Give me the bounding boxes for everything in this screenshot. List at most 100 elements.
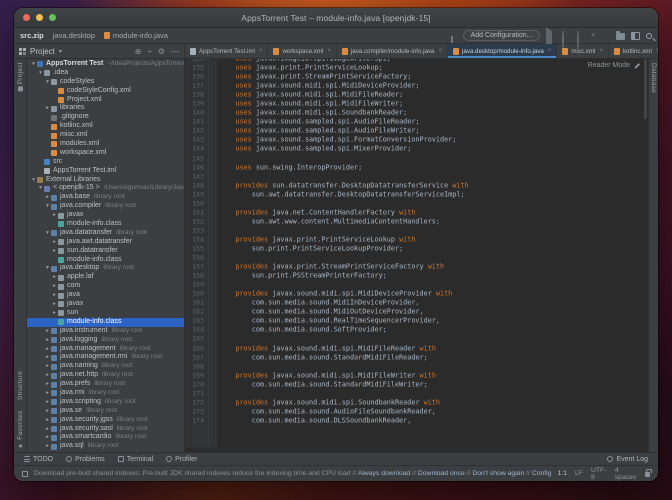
tree-item[interactable]: ▸java.logginglibrary root — [27, 336, 184, 345]
tree-item[interactable]: ▸java.net.httplibrary root — [27, 371, 184, 380]
tree-item[interactable]: ▸java.selibrary root — [27, 407, 184, 416]
tree-item[interactable]: ▸sun.datatransfer — [27, 247, 184, 256]
tool-tab-structure[interactable]: Structure — [17, 371, 24, 400]
expand-arrow-icon[interactable]: ▸ — [44, 104, 51, 113]
tree-item[interactable]: ▾java.compilerlibrary root — [27, 202, 184, 211]
expand-arrow-icon[interactable]: ▾ — [44, 229, 51, 238]
tree-item[interactable]: ▸java.management.rmilibrary root — [27, 353, 184, 362]
settings-gear-icon[interactable]: ⚙ — [158, 47, 165, 56]
expand-arrow-icon[interactable]: ▸ — [44, 371, 51, 380]
expand-arrow-icon[interactable]: ▸ — [51, 282, 58, 291]
tree-item[interactable]: .gitignore — [27, 113, 184, 122]
status-link[interactable]: Download once — [418, 470, 465, 477]
tree-item[interactable]: ▸java.managementlibrary root — [27, 345, 184, 354]
close-tab-icon[interactable]: × — [438, 48, 442, 54]
tree-item[interactable]: ▸java.security.sasllibrary root — [27, 425, 184, 434]
tree-item[interactable]: ▸java.instrumentlibrary root — [27, 327, 184, 336]
search-everywhere-icon[interactable] — [646, 33, 652, 39]
editor-tab[interactable]: misc.xml× — [557, 44, 609, 58]
locate-file-icon[interactable]: ⊕ — [135, 47, 142, 56]
project-panel-header[interactable]: Project ▾ ⊕ ÷ ⚙ — — [14, 44, 185, 58]
tree-item[interactable]: ▸sun — [27, 309, 184, 318]
expand-arrow-icon[interactable]: ▸ — [44, 336, 51, 345]
close-tab-icon[interactable]: × — [656, 48, 658, 54]
editor-tab[interactable]: AppsTorrent Test.iml× — [185, 44, 268, 58]
expand-arrow-icon[interactable]: ▸ — [51, 211, 58, 220]
code-content[interactable]: uses javax.imageio.spi.ImageWriterSpi; u… — [217, 59, 648, 448]
expand-arrow-icon[interactable]: ▾ — [44, 78, 51, 87]
tool-tab-project[interactable]: Project — [17, 62, 24, 91]
expand-arrow-icon[interactable]: ▸ — [51, 291, 58, 300]
tree-item[interactable]: ▸apple.laf — [27, 273, 184, 282]
close-tab-icon[interactable]: × — [599, 48, 603, 54]
expand-arrow-icon[interactable]: ▸ — [44, 193, 51, 202]
tool-tab-database[interactable]: Database — [650, 63, 657, 93]
expand-arrow-icon[interactable]: ▾ — [44, 264, 51, 273]
expand-arrow-icon[interactable]: ▸ — [44, 425, 51, 434]
event-log-button[interactable]: Event Log — [607, 456, 648, 463]
expand-arrow-icon[interactable]: ▸ — [44, 353, 51, 362]
expand-arrow-icon[interactable]: ▸ — [44, 327, 51, 336]
close-tab-icon[interactable]: × — [259, 48, 263, 54]
expand-arrow-icon[interactable]: ▸ — [44, 433, 51, 442]
tree-item[interactable]: ▸java.prefslibrary root — [27, 380, 184, 389]
tree-item[interactable]: src — [27, 158, 184, 167]
editor-tab[interactable]: kotlinc.xml× — [609, 44, 658, 58]
code-editor[interactable]: 1341351361371381391401411421431441451461… — [185, 59, 648, 452]
close-tab-icon[interactable]: × — [548, 48, 552, 54]
tree-item[interactable]: AppsTorrent Test.iml — [27, 167, 184, 176]
tree-item[interactable]: ▸java.scriptinglibrary root — [27, 398, 184, 407]
expand-arrow-icon[interactable]: ▸ — [51, 309, 58, 318]
breadcrumb-item[interactable]: java.desktop — [53, 31, 95, 40]
tree-item[interactable]: kotlinc.xml — [27, 122, 184, 131]
status-link[interactable]: Don't show again — [472, 470, 524, 477]
expand-arrow-icon[interactable]: ▸ — [44, 416, 51, 425]
expand-arrow-icon[interactable]: ▸ — [51, 238, 58, 247]
stop-icon[interactable] — [601, 31, 610, 40]
tree-item[interactable]: ▾AppsTorrent Test~/IdeaProjects/AppsTorr… — [27, 60, 184, 69]
expand-arrow-icon[interactable]: ▾ — [44, 202, 51, 211]
tool-window-button-terminal[interactable]: Terminal — [118, 456, 153, 463]
tree-item[interactable]: ▸java.awt.datatransfer — [27, 238, 184, 247]
tree-item[interactable]: ▸libraries — [27, 104, 184, 113]
encoding-widget[interactable]: UTF-8 — [591, 467, 607, 481]
line-ending-widget[interactable]: LF — [575, 470, 583, 477]
close-tab-icon[interactable]: × — [327, 48, 331, 54]
tree-item[interactable]: module-info.class — [27, 318, 184, 327]
expand-arrow-icon[interactable]: ▸ — [44, 380, 51, 389]
caret-position[interactable]: 1:1 — [558, 470, 567, 477]
expand-arrow-icon[interactable]: ▾ — [37, 184, 44, 193]
tree-item[interactable]: ▾< openjdk-15 >/Users/egormac/Library/Ja… — [27, 184, 184, 193]
tree-item[interactable]: ▾codeStyles — [27, 78, 184, 87]
tree-item[interactable]: ▸javax — [27, 300, 184, 309]
editor-tab[interactable]: java.compiler/module-info.java× — [337, 44, 448, 58]
collapse-all-icon[interactable]: ÷ — [147, 47, 151, 56]
expand-arrow-icon[interactable]: ▸ — [44, 407, 51, 416]
tool-window-button-todo[interactable]: TODO — [24, 456, 53, 463]
tree-item[interactable]: ▸java — [27, 291, 184, 300]
tree-item[interactable]: ▾External Libraries — [27, 176, 184, 185]
expand-arrow-icon[interactable]: ▸ — [44, 398, 51, 407]
debug-icon[interactable] — [561, 31, 570, 40]
coverage-icon[interactable] — [576, 31, 585, 40]
editor-scrollbar[interactable] — [644, 59, 647, 119]
add-configuration-button[interactable]: Add Configuration... — [463, 30, 541, 41]
tree-item[interactable]: ▸java.naminglibrary root — [27, 362, 184, 371]
tree-item[interactable]: workspace.xml — [27, 149, 184, 158]
tree-item[interactable]: ▾.idea — [27, 69, 184, 78]
breadcrumb-item[interactable]: module-info.java — [104, 31, 168, 40]
expand-arrow-icon[interactable]: ▾ — [30, 60, 37, 69]
expand-arrow-icon[interactable]: ▸ — [44, 389, 51, 398]
expand-arrow-icon[interactable]: ▸ — [51, 273, 58, 282]
background-tasks-icon[interactable] — [22, 471, 28, 477]
tree-item[interactable]: codeStyleConfig.xml — [27, 87, 184, 96]
status-link[interactable]: Always download — [358, 470, 411, 477]
status-link[interactable]: Configure... — [532, 470, 552, 477]
tree-item[interactable]: modules.xml — [27, 140, 184, 149]
lock-icon[interactable] — [645, 472, 650, 477]
tree-item[interactable]: ▸java.rmilibrary root — [27, 389, 184, 398]
tree-item[interactable]: misc.xml — [27, 131, 184, 140]
editor-tab[interactable]: workspace.xml× — [268, 44, 336, 58]
expand-arrow-icon[interactable]: ▸ — [44, 362, 51, 371]
tool-tab-favorites[interactable]: ★Favorites — [17, 410, 24, 449]
